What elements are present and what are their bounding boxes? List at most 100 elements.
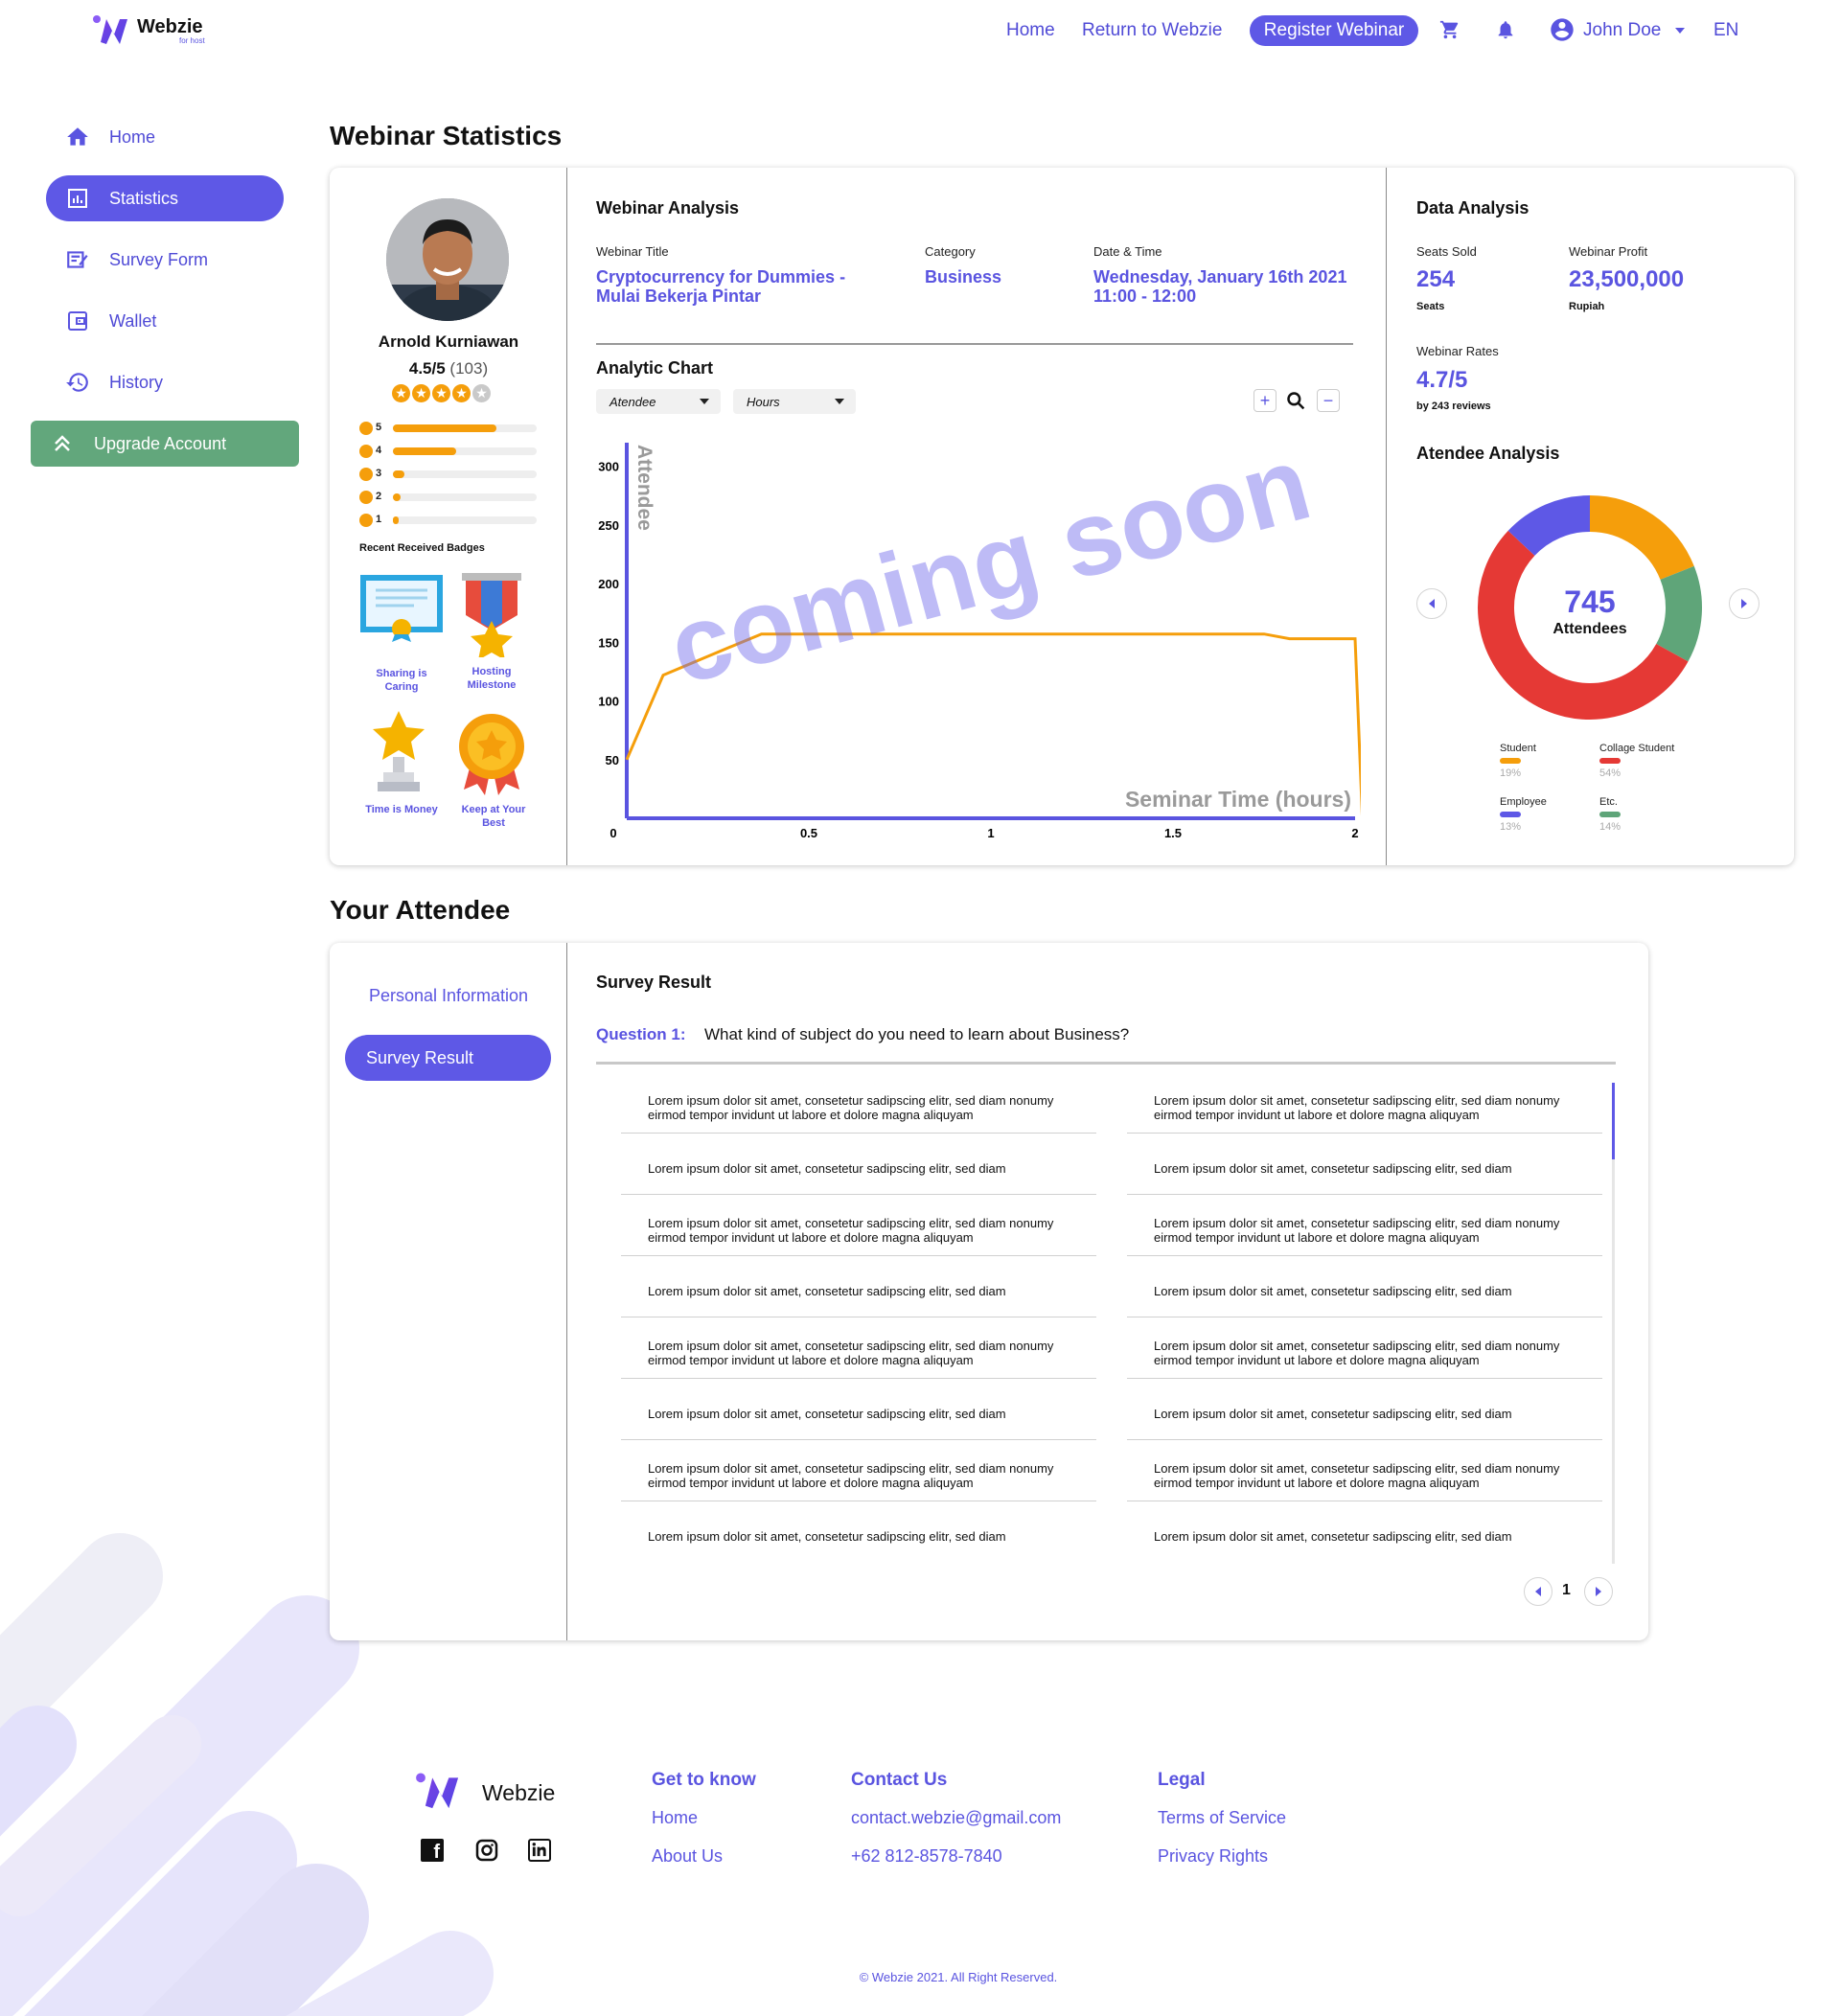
row-divider (1127, 1378, 1602, 1379)
legend-label: Etc. (1599, 796, 1618, 808)
row-divider (621, 1255, 1096, 1256)
badge-medal-icon (462, 573, 521, 662)
answer-text: Lorem ipsum dolor sit amet, consetetur s… (648, 1093, 1054, 1122)
profit-label: Webinar Profit (1569, 244, 1648, 259)
scrollbar-thumb[interactable] (1612, 1083, 1615, 1159)
star-icon: ★ (412, 384, 430, 402)
next-page-button[interactable] (1584, 1577, 1613, 1606)
badge-caption: Hosting Milestone (467, 666, 517, 691)
search-icon[interactable] (1286, 391, 1305, 415)
footer-link-about[interactable]: About Us (652, 1846, 723, 1867)
facebook-icon[interactable]: f (421, 1839, 444, 1863)
rating-count: (103) (449, 359, 489, 378)
language-selector[interactable]: EN (1714, 20, 1738, 41)
row-divider (621, 1378, 1096, 1379)
date-value: Wednesday, January 16th 2021 (1093, 267, 1347, 286)
legend-percent: 19% (1500, 767, 1522, 779)
upgrade-icon (48, 429, 77, 458)
prev-chart-button[interactable] (1416, 588, 1447, 619)
tab-survey-result[interactable]: Survey Result (345, 1035, 551, 1081)
rating-bar-fill (393, 516, 399, 524)
footer-col-title: Contact Us (851, 1770, 948, 1790)
sidebar-item-wallet[interactable]: Wallet (46, 298, 284, 344)
nav-return-link[interactable]: Return to Webzie (1082, 20, 1222, 41)
rating-level: 1 (376, 514, 382, 525)
time-value: 11:00 - 12:00 (1093, 286, 1197, 306)
x-tick-label: 0 (610, 826, 616, 840)
rating-bar (393, 470, 537, 478)
category-value: Business (925, 267, 1002, 286)
legend-percent: 14% (1599, 821, 1622, 833)
brand-tagline: for host (179, 36, 205, 45)
home-icon (63, 123, 92, 151)
register-webinar-button[interactable]: Register Webinar (1250, 15, 1418, 46)
rating-level: 4 (376, 445, 382, 456)
row-divider (621, 1439, 1096, 1440)
legend-swatch (1599, 812, 1621, 817)
answer-text: Lorem ipsum dolor sit amet, consetetur s… (1154, 1093, 1560, 1122)
footer-brand-name: Webzie (482, 1780, 556, 1805)
legend-swatch (1500, 812, 1521, 817)
sidebar-item-upgrade-account[interactable]: Upgrade Account (31, 421, 299, 467)
rating-bar-fill (393, 447, 456, 455)
prev-page-button[interactable] (1524, 1577, 1552, 1606)
wallet-icon (63, 307, 92, 335)
next-chart-button[interactable] (1729, 588, 1760, 619)
star-icon (359, 514, 373, 527)
webinar-title-label: Webinar Title (596, 244, 669, 259)
linkedin-icon[interactable] (528, 1839, 551, 1862)
badge-caption: Keep at Your Best (461, 804, 526, 829)
footer-link-email[interactable]: contact.webzie@gmail.com (851, 1808, 1061, 1828)
answer-text: Lorem ipsum dolor sit amet, consetetur s… (648, 1461, 1054, 1490)
rating-bar (393, 493, 537, 501)
seats-sold-label: Seats Sold (1416, 244, 1477, 259)
sidebar-item-label: Wallet (109, 310, 157, 331)
metric-dropdown[interactable]: Atendee (596, 389, 721, 414)
y-tick-label: 150 (598, 635, 619, 650)
sidebar-item-survey-form[interactable]: Survey Form (46, 237, 284, 283)
badge-caption: Time is Money (365, 804, 438, 815)
logo[interactable]: Webzie for host (93, 13, 218, 52)
survey-result-title: Survey Result (596, 973, 712, 992)
zoom-in-button[interactable]: + (1254, 389, 1276, 412)
answer-text: Lorem ipsum dolor sit amet, consetetur s… (1154, 1529, 1512, 1544)
badge-trophy-icon (370, 709, 427, 800)
scrollbar[interactable] (1612, 1083, 1615, 1564)
legend-label: Employee (1500, 796, 1547, 808)
y-tick-label: 300 (598, 460, 619, 474)
user-menu[interactable]: John Doe (1549, 16, 1685, 45)
sidebar-item-label: History (109, 372, 164, 392)
survey-form-icon (63, 245, 92, 274)
sidebar-item-statistics[interactable]: Statistics (46, 175, 284, 221)
analytic-chart-title: Analytic Chart (596, 358, 714, 378)
sidebar-item-label: Home (109, 126, 156, 147)
legend-swatch (1500, 758, 1521, 764)
instagram-icon[interactable] (475, 1839, 498, 1867)
bell-icon[interactable] (1495, 19, 1516, 45)
time-unit-dropdown[interactable]: Hours (733, 389, 856, 414)
host-rating: 4.5/5 (103) (330, 359, 567, 378)
sidebar-item-home[interactable]: Home (46, 114, 284, 160)
footer-col-title: Legal (1158, 1770, 1206, 1790)
footer-link-terms[interactable]: Terms of Service (1158, 1808, 1286, 1828)
sidebar-item-history[interactable]: History (46, 359, 284, 405)
tab-personal-information[interactable]: Personal Information (330, 986, 567, 1006)
star-rating: ★ ★ ★ ★ ★ (392, 384, 491, 402)
attendee-section-title: Your Attendee (330, 895, 511, 925)
seats-sold-value: 254 (1416, 266, 1456, 292)
attendee-total: 745 (1564, 584, 1616, 619)
account-circle-icon (1551, 18, 1574, 41)
footer-link-phone[interactable]: +62 812-8578-7840 (851, 1846, 1002, 1867)
divider (566, 168, 567, 865)
legend-label: Student (1500, 743, 1536, 754)
copyright: © Webzie 2021. All Right Reserved. (859, 1970, 1058, 1984)
cart-icon[interactable] (1439, 19, 1460, 45)
rating-bar-fill (393, 470, 404, 478)
nav-home-link[interactable]: Home (1006, 20, 1055, 41)
webinar-title-value: Cryptocurrency for Dummies - Mulai Beker… (596, 267, 846, 306)
footer-link-home[interactable]: Home (652, 1808, 698, 1828)
footer-link-privacy[interactable]: Privacy Rights (1158, 1846, 1268, 1867)
footer-logo[interactable]: Webzie (415, 1771, 568, 1813)
star-half-icon: ★ (472, 384, 491, 402)
zoom-out-button[interactable]: − (1317, 389, 1340, 412)
